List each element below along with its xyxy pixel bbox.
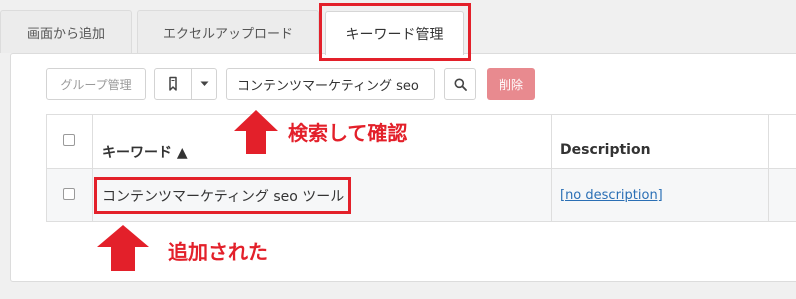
row-checkbox[interactable]	[63, 188, 75, 200]
search-button[interactable]	[444, 68, 476, 100]
arrow-up-icon	[234, 110, 278, 154]
table-divider	[768, 114, 769, 222]
tab-excel-upload[interactable]: エクセルアップロード	[137, 10, 319, 53]
table-divider	[46, 114, 796, 115]
table-divider	[46, 221, 796, 222]
table-divider	[92, 114, 93, 222]
search-confirm-annotation: 検索して確認	[288, 121, 408, 145]
table-divider	[46, 168, 796, 169]
keyword-column-header[interactable]: キーワード ▲	[102, 142, 188, 162]
description-link[interactable]: [no description]	[560, 188, 663, 203]
bookmark-dropdown-button[interactable]	[191, 68, 217, 100]
delete-button[interactable]: 削除	[487, 68, 535, 100]
table-divider	[46, 114, 47, 222]
bookmark-icon	[169, 76, 177, 91]
bookmark-button[interactable]	[154, 68, 192, 100]
tab-add-from-screen[interactable]: 画面から追加	[0, 10, 132, 53]
select-all-checkbox[interactable]	[63, 134, 75, 146]
group-management-button[interactable]: グループ管理	[46, 68, 146, 100]
arrow-up-icon	[97, 225, 149, 271]
caret-down-icon	[200, 81, 208, 86]
keyword-cell: コンテンツマーケティング seo ツール	[102, 189, 345, 205]
search-input[interactable]	[226, 68, 435, 100]
tab-keyword-management[interactable]: キーワード管理	[325, 11, 464, 55]
keyword-table: キーワード ▲ Description コンテンツマーケティング seo ツール…	[46, 114, 796, 222]
table-divider	[551, 114, 552, 222]
search-icon	[454, 78, 467, 91]
added-annotation: 追加された	[168, 240, 268, 264]
description-column-header: Description	[560, 142, 651, 158]
